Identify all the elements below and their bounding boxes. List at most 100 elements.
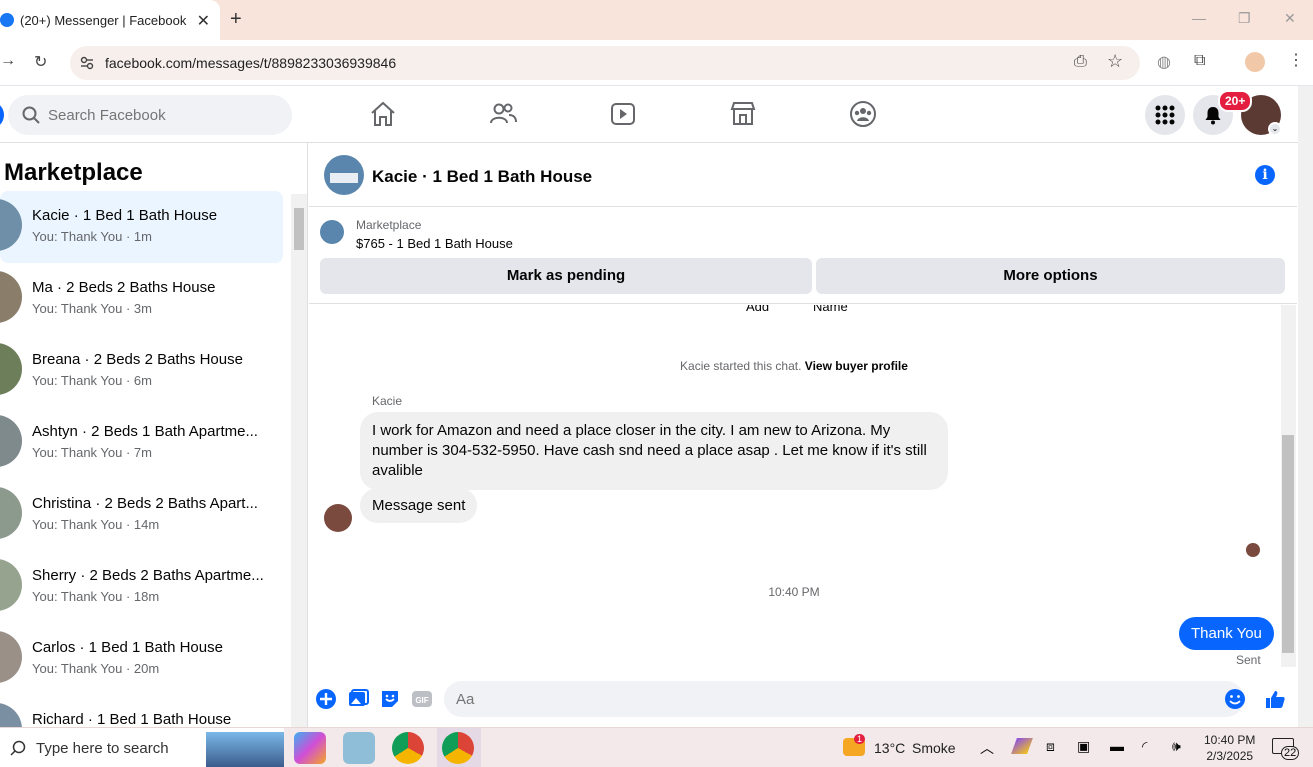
- minimize-icon[interactable]: —: [1192, 10, 1206, 26]
- taskbar-search-icon: [10, 740, 26, 756]
- conversation-item[interactable]: Sherry · 2 Beds 2 Baths Apartme... You: …: [0, 551, 283, 623]
- browser-menu-icon[interactable]: ⋮: [1288, 50, 1304, 70]
- extensions-icon[interactable]: ⧉: [1194, 52, 1205, 70]
- conversation-name: Sherry · 2 Beds 2 Baths Apartme...: [32, 567, 264, 584]
- sender-avatar[interactable]: [324, 504, 352, 532]
- conversation-item[interactable]: Ma · 2 Beds 2 Baths House You: Thank You…: [0, 263, 283, 335]
- conversation-preview: You: Thank You · 7m: [32, 445, 152, 460]
- thumbs-up-icon[interactable]: [1264, 688, 1286, 710]
- install-app-icon[interactable]: ⎙: [1074, 53, 1087, 71]
- conversation-item[interactable]: Carlos · 1 Bed 1 Bath House You: Thank Y…: [0, 623, 283, 695]
- conversation-item[interactable]: Christina · 2 Beds 2 Baths Apart... You:…: [0, 479, 283, 551]
- message-input[interactable]: [444, 681, 1244, 717]
- groups-icon[interactable]: [849, 100, 877, 128]
- listing-card: Marketplace $765 - 1 Bed 1 Bath House Ma…: [309, 208, 1297, 304]
- chat-listing-avatar[interactable]: [324, 155, 364, 195]
- globe-icon[interactable]: ◍: [1157, 52, 1171, 72]
- sender-name: Kacie: [372, 394, 403, 408]
- listing-thumbnail[interactable]: [320, 220, 344, 244]
- profile-icon[interactable]: [1245, 52, 1265, 72]
- conversation-name: Breana · 2 Beds 2 Baths House: [32, 351, 243, 368]
- taskbar-search[interactable]: Type here to search: [0, 728, 284, 767]
- cutoff-add-label[interactable]: Add: [746, 305, 769, 314]
- conversation-item[interactable]: Breana · 2 Beds 2 Baths House You: Thank…: [0, 335, 283, 407]
- conversation-name: Ashtyn · 2 Beds 1 Bath Apartme...: [32, 423, 258, 440]
- new-tab-icon[interactable]: +: [230, 8, 242, 31]
- battery-icon[interactable]: ▬: [1110, 738, 1124, 754]
- read-receipt-avatar: [1246, 543, 1260, 557]
- url-bar[interactable]: facebook.com/messages/t/8898233036939846…: [70, 46, 1140, 80]
- plus-circle-icon[interactable]: [315, 688, 337, 710]
- conversation-list-scroll-thumb[interactable]: [294, 208, 304, 250]
- conversation-preview: You: Thank You · 14m: [32, 517, 160, 532]
- emoji-icon[interactable]: [1224, 688, 1246, 710]
- conversation-preview: You: Thank You · 3m: [32, 301, 152, 316]
- view-buyer-profile-link[interactable]: View buyer profile: [805, 359, 908, 373]
- conversation-name: Kacie · 1 Bed 1 Bath House: [32, 207, 218, 224]
- chrome-active-icon[interactable]: [442, 732, 474, 764]
- sticker-icon[interactable]: [379, 688, 401, 710]
- conversation-name: Carlos · 1 Bed 1 Bath House: [32, 639, 223, 656]
- info-icon[interactable]: i: [1255, 165, 1275, 185]
- listing-price[interactable]: $765 - 1 Bed 1 Bath House: [356, 236, 513, 251]
- conversation-item[interactable]: Kacie · 1 Bed 1 Bath House You: Thank Yo…: [0, 191, 283, 263]
- facebook-logo-icon[interactable]: [0, 101, 4, 129]
- search-input[interactable]: [48, 106, 268, 124]
- forward-icon[interactable]: →: [0, 52, 16, 70]
- site-settings-icon[interactable]: [80, 56, 94, 70]
- chat-started-notice: Kacie started this chat. View buyer prof…: [309, 359, 1279, 373]
- clock-time: 10:40 PM: [1204, 733, 1256, 747]
- chat-title[interactable]: Kacie · 1 Bed 1 Bath House: [372, 167, 592, 187]
- listing-thumbnail: [0, 703, 22, 727]
- facebook-search[interactable]: [8, 95, 292, 135]
- clock-date: 2/3/2025: [1206, 749, 1254, 763]
- friends-icon[interactable]: [489, 100, 517, 128]
- facebook-favicon-icon: [0, 13, 14, 27]
- listing-thumbnail: [0, 487, 22, 539]
- chevron-down-icon[interactable]: ⌄: [1268, 122, 1282, 136]
- search-icon: [22, 106, 40, 124]
- listing-thumbnail: [0, 415, 22, 467]
- panel-title: Marketplace: [4, 159, 143, 186]
- menu-grid-button[interactable]: [1145, 95, 1185, 135]
- bookmark-star-icon[interactable]: ☆: [1107, 51, 1123, 72]
- more-options-button[interactable]: More options: [816, 258, 1285, 294]
- settings-app-icon[interactable]: ▣: [1077, 738, 1090, 755]
- mark-as-pending-button[interactable]: Mark as pending: [320, 258, 812, 294]
- listing-thumbnail: [0, 559, 22, 611]
- message-thread-scroll-thumb[interactable]: [1282, 435, 1294, 653]
- notification-count-badge: 22: [1281, 746, 1300, 760]
- meet-icon[interactable]: ⧈: [1046, 738, 1055, 755]
- marketplace-icon[interactable]: [729, 100, 757, 128]
- browser-tab[interactable]: (20+) Messenger | Facebook ✕: [0, 0, 220, 40]
- conversation-list-scrollbar[interactable]: [291, 194, 307, 727]
- weather-temp[interactable]: 13°C: [874, 740, 905, 756]
- conversation-item[interactable]: Richard · 1 Bed 1 Bath House: [0, 695, 283, 727]
- wifi-icon[interactable]: ◜: [1142, 738, 1147, 755]
- copilot-icon[interactable]: [294, 732, 326, 764]
- file-explorer-icon[interactable]: [343, 732, 375, 764]
- photo-icon[interactable]: [347, 688, 369, 710]
- conversation-item[interactable]: Ashtyn · 2 Beds 1 Bath Apartme... You: T…: [0, 407, 283, 479]
- pen-app-icon[interactable]: [1011, 738, 1033, 754]
- tab-close-icon[interactable]: ✕: [197, 11, 210, 31]
- home-icon[interactable]: [369, 100, 397, 128]
- sent-status: Sent: [1236, 653, 1261, 667]
- taskbar-clock[interactable]: 10:40 PM 2/3/2025: [1204, 732, 1255, 764]
- page-scrollbar[interactable]: [1298, 86, 1313, 727]
- gif-icon[interactable]: GIF: [411, 688, 433, 710]
- cutoff-name-label[interactable]: Name: [813, 305, 848, 314]
- auto-message: Message sent: [360, 488, 478, 523]
- volume-icon[interactable]: 🕪: [1172, 738, 1181, 755]
- conversation-name: Christina · 2 Beds 2 Baths Apart...: [32, 495, 258, 512]
- reload-icon[interactable]: ↻: [34, 52, 47, 72]
- address-bar-row: → ↻ facebook.com/messages/t/889823303693…: [0, 40, 1313, 86]
- video-icon[interactable]: [609, 100, 637, 128]
- show-hidden-icons-icon[interactable]: ︿: [980, 738, 994, 758]
- weather-condition[interactable]: Smoke: [912, 740, 956, 756]
- restore-icon[interactable]: ❐: [1238, 10, 1251, 27]
- window-close-icon[interactable]: ✕: [1284, 10, 1296, 27]
- url-text: facebook.com/messages/t/8898233036939846: [105, 55, 397, 71]
- chrome-icon[interactable]: [392, 732, 424, 764]
- search-highlight-image[interactable]: [206, 732, 284, 767]
